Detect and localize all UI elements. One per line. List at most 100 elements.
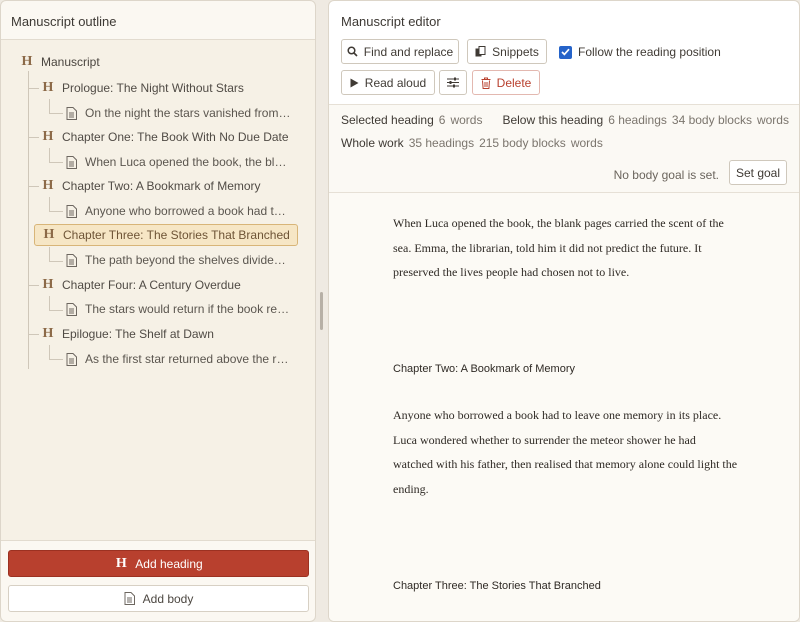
- snippets-button[interactable]: Snippets: [467, 39, 547, 64]
- search-icon: [347, 46, 358, 57]
- divider: [1, 540, 315, 541]
- outline-body-item[interactable]: The stars would return if the book reach…: [66, 299, 291, 319]
- editor-panel: Manuscript editor Find and replace Snipp…: [328, 0, 800, 622]
- trash-icon: [481, 77, 491, 89]
- document-icon: [66, 155, 77, 169]
- voice-settings-button[interactable]: [439, 70, 467, 95]
- body-label: Anyone who borrowed a book had to leave …: [85, 204, 291, 218]
- outline-title: Manuscript outline: [11, 14, 117, 29]
- add-body-button[interactable]: Add body: [8, 585, 309, 612]
- find-replace-button[interactable]: Find and replace: [341, 39, 459, 64]
- body-paragraph[interactable]: When Luca opened the book, the blank pag…: [393, 211, 753, 285]
- paragraph-line: sea. Emma, the librarian, told him it di…: [393, 240, 702, 255]
- stats-row-selection: Selected heading 6 words Below this head…: [341, 113, 789, 127]
- outline-panel: Manuscript outline H Manuscript H Prolog…: [0, 0, 316, 622]
- tree-connector: [29, 88, 39, 89]
- body-paragraph[interactable]: Anyone who borrowed a book had to leave …: [393, 403, 753, 501]
- outline-heading-item[interactable]: H Chapter Two: A Bookmark of Memory: [41, 175, 261, 197]
- heading-label: Epilogue: The Shelf at Dawn: [62, 327, 214, 341]
- stats-row-whole: Whole work 35 headings 215 body blocks w…: [341, 136, 603, 150]
- heading-icon: H: [42, 129, 54, 144]
- delete-button[interactable]: Delete: [472, 70, 540, 95]
- below-blocks-count: 34 body blocks: [671, 113, 752, 127]
- selected-heading-label: Selected heading: [341, 113, 434, 127]
- read-aloud-button[interactable]: Read aloud: [341, 70, 435, 95]
- whole-blocks-count: 215 body blocks: [479, 136, 566, 150]
- heading-icon: H: [42, 326, 54, 341]
- tree-connector: [49, 162, 63, 163]
- heading-icon: H: [43, 227, 55, 242]
- tree-connector: [28, 71, 29, 369]
- paragraph-line: When Luca opened the book, the blank pag…: [393, 216, 724, 230]
- body-label: On the night the stars vanished from the…: [85, 106, 291, 120]
- tree-connector: [49, 296, 50, 310]
- tree-connector: [49, 261, 63, 262]
- check-icon: [561, 48, 570, 56]
- add-body-label: Add body: [142, 591, 194, 606]
- add-heading-button[interactable]: H Add heading: [8, 550, 309, 577]
- find-replace-label: Find and replace: [363, 44, 454, 59]
- panel-resize-handle[interactable]: [320, 292, 323, 330]
- below-heading-label: Below this heading: [502, 113, 604, 127]
- outline-heading-item[interactable]: H Chapter One: The Book With No Due Date: [41, 126, 289, 148]
- tree-root-label: Manuscript: [41, 55, 100, 69]
- heading-label: Prologue: The Night Without Stars: [62, 81, 244, 95]
- paragraph-line: preserved the lives people had chosen no…: [393, 265, 630, 279]
- heading-label: Chapter Four: A Century Overdue: [62, 278, 241, 292]
- tree-connector: [49, 113, 63, 114]
- document-icon: [66, 204, 77, 218]
- outline-body-item[interactable]: As the first star returned above the roo…: [66, 349, 291, 369]
- words-unit: words: [570, 136, 603, 150]
- editor-title: Manuscript editor: [341, 14, 441, 29]
- below-headings-count: 6 headings: [608, 113, 667, 127]
- outline-heading-item-selected[interactable]: H Chapter Three: The Stories That Branch…: [34, 224, 298, 246]
- heading-label: Chapter Three: The Stories That Branched: [63, 228, 290, 242]
- follow-label: Follow the reading position: [578, 45, 721, 59]
- tree-connector: [29, 137, 39, 138]
- paragraph-line: watched with his father, then realised t…: [393, 457, 738, 471]
- tree-connector: [49, 247, 50, 261]
- outline-heading-item[interactable]: H Prologue: The Night Without Stars: [41, 77, 244, 99]
- chapter-heading[interactable]: Chapter Two: A Bookmark of Memory: [393, 363, 575, 375]
- heading-icon: H: [21, 54, 33, 69]
- play-icon: [350, 78, 359, 87]
- word-count-stats: Selected heading 6 words Below this head…: [329, 105, 799, 192]
- heading-icon: H: [115, 555, 127, 571]
- outline-body-item[interactable]: Anyone who borrowed a book had to leave …: [66, 201, 291, 221]
- read-aloud-label: Read aloud: [364, 75, 427, 90]
- outline-heading-item[interactable]: H Epilogue: The Shelf at Dawn: [41, 323, 214, 345]
- add-heading-label: Add heading: [135, 556, 203, 571]
- whole-headings-count: 35 headings: [408, 136, 475, 150]
- set-goal-button[interactable]: Set goal: [729, 160, 787, 185]
- tree-connector: [49, 359, 63, 360]
- tree-connector: [49, 99, 50, 113]
- body-label: As the first star returned above the roo…: [85, 352, 291, 366]
- outline-body-item[interactable]: On the night the stars vanished from the…: [66, 103, 291, 123]
- tree-connector: [49, 345, 50, 359]
- outline-heading-item[interactable]: H Chapter Four: A Century Overdue: [41, 274, 241, 296]
- body-label: The path beyond the shelves divided the …: [85, 253, 291, 267]
- document-icon: [66, 352, 77, 366]
- follow-checkbox[interactable]: [559, 45, 572, 59]
- words-unit: words: [450, 113, 483, 127]
- outline-tree: H Manuscript H Prologue: The Night Witho…: [1, 40, 315, 540]
- chapter-heading[interactable]: Chapter Three: The Stories That Branched: [393, 580, 601, 592]
- tree-connector: [49, 197, 50, 211]
- heading-icon: H: [42, 178, 54, 193]
- follow-reading-toggle[interactable]: Follow the reading position: [559, 44, 721, 60]
- outline-body-item[interactable]: When Luca opened the book, the blank pag…: [66, 152, 291, 172]
- tree-connector: [49, 211, 63, 212]
- paragraph-line: ending.: [393, 481, 429, 496]
- tree-connector: [29, 285, 39, 286]
- outline-body-item[interactable]: The path beyond the shelves divided the …: [66, 250, 291, 270]
- paragraph-line: Luca wondered whether to surrender the m…: [393, 432, 696, 447]
- body-label: When Luca opened the book, the blank pag…: [85, 155, 291, 169]
- words-unit: words: [756, 113, 789, 127]
- tree-root[interactable]: H Manuscript: [20, 52, 100, 72]
- manuscript-page[interactable]: When Luca opened the book, the blank pag…: [329, 193, 799, 621]
- heading-label: Chapter One: The Book With No Due Date: [62, 130, 289, 144]
- selected-words-count: 6: [438, 113, 446, 127]
- heading-label: Chapter Two: A Bookmark of Memory: [62, 179, 261, 193]
- tree-connector: [29, 186, 39, 187]
- document-icon: [66, 302, 77, 316]
